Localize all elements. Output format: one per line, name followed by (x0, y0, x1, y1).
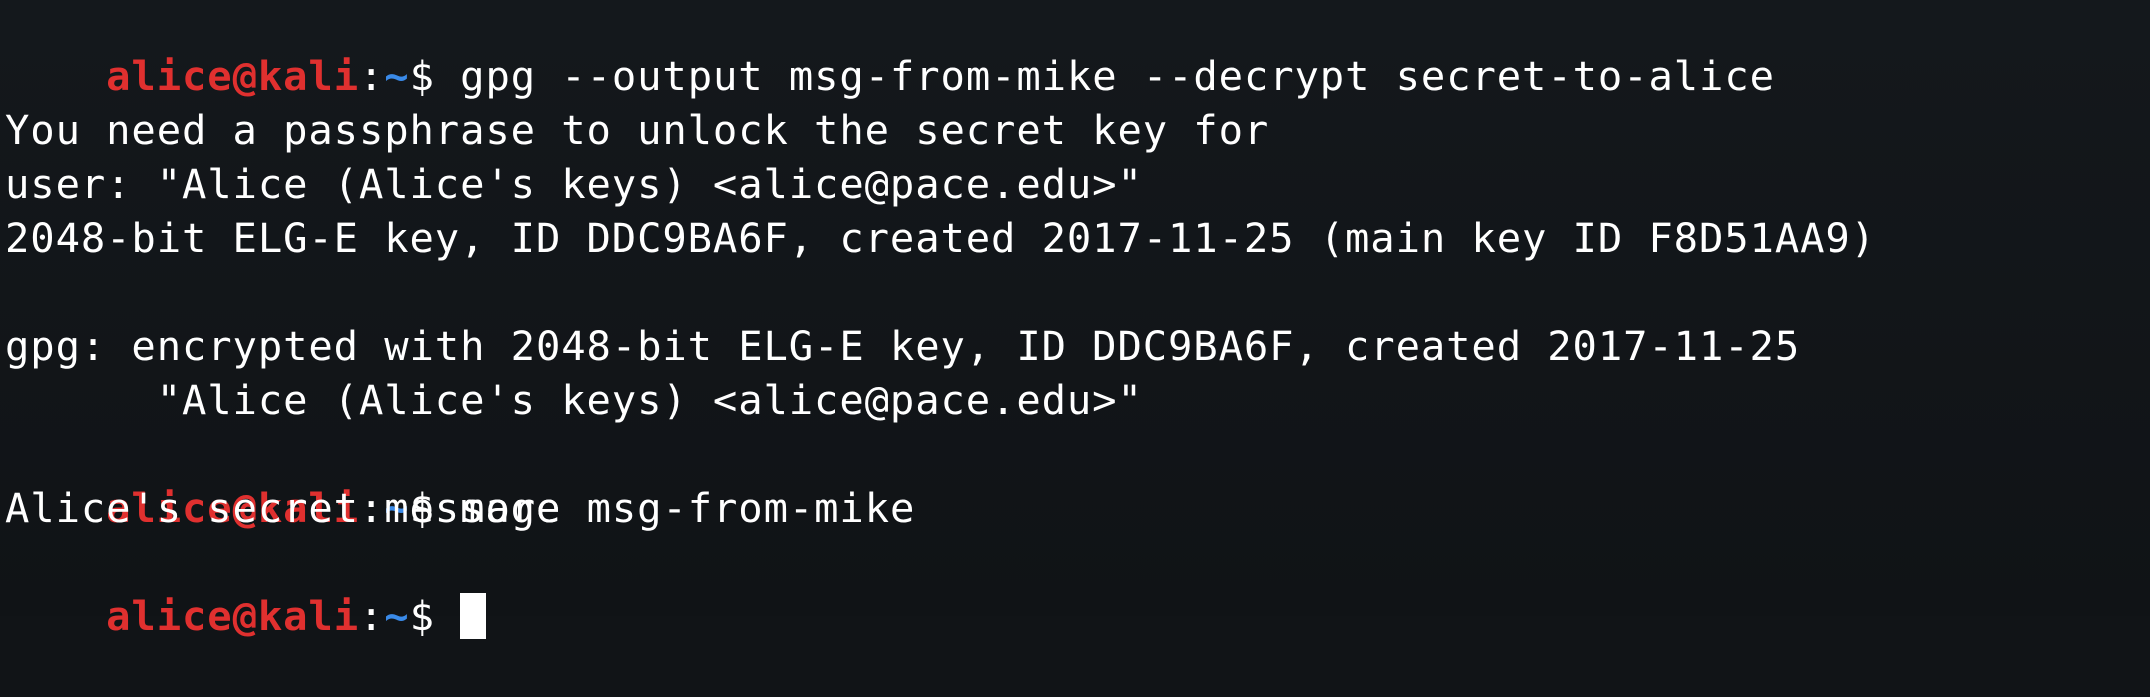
prompt-path: ~ (384, 592, 410, 640)
prompt-user: alice (106, 52, 233, 100)
prompt-line: alice@kali:~$ gpg --output msg-from-mike… (5, 0, 1775, 100)
output-line: gpg: encrypted with 2048-bit ELG-E key, … (5, 322, 1801, 370)
prompt-symbol: $ (409, 592, 461, 640)
prompt-separator: : (359, 592, 385, 640)
prompt-separator: : (359, 52, 385, 100)
command-text: gpg --output msg-from-mike --decrypt sec… (460, 52, 1775, 100)
block-cursor (460, 593, 487, 639)
output-line: user: "Alice (Alice's keys) <alice@pace.… (5, 160, 1143, 208)
prompt-line: alice@kali:~$ more msg-from-mike (5, 427, 915, 532)
prompt-host: kali (257, 592, 359, 640)
prompt-path: ~ (384, 52, 410, 100)
prompt-line-active[interactable]: alice@kali:~$ (5, 535, 487, 640)
output-line: Alice's secret message (5, 484, 562, 532)
prompt-at: @ (232, 52, 258, 100)
prompt-at: @ (232, 592, 258, 640)
terminal-window[interactable]: alice@kali:~$ gpg --output msg-from-mike… (0, 0, 2150, 640)
prompt-symbol: $ (409, 52, 461, 100)
output-line: You need a passphrase to unlock the secr… (5, 106, 1270, 154)
output-line: "Alice (Alice's keys) <alice@pace.edu>" (5, 376, 1143, 424)
output-line: 2048-bit ELG-E key, ID DDC9BA6F, created… (5, 214, 1876, 262)
prompt-host: kali (257, 52, 359, 100)
prompt-user: alice (106, 592, 233, 640)
